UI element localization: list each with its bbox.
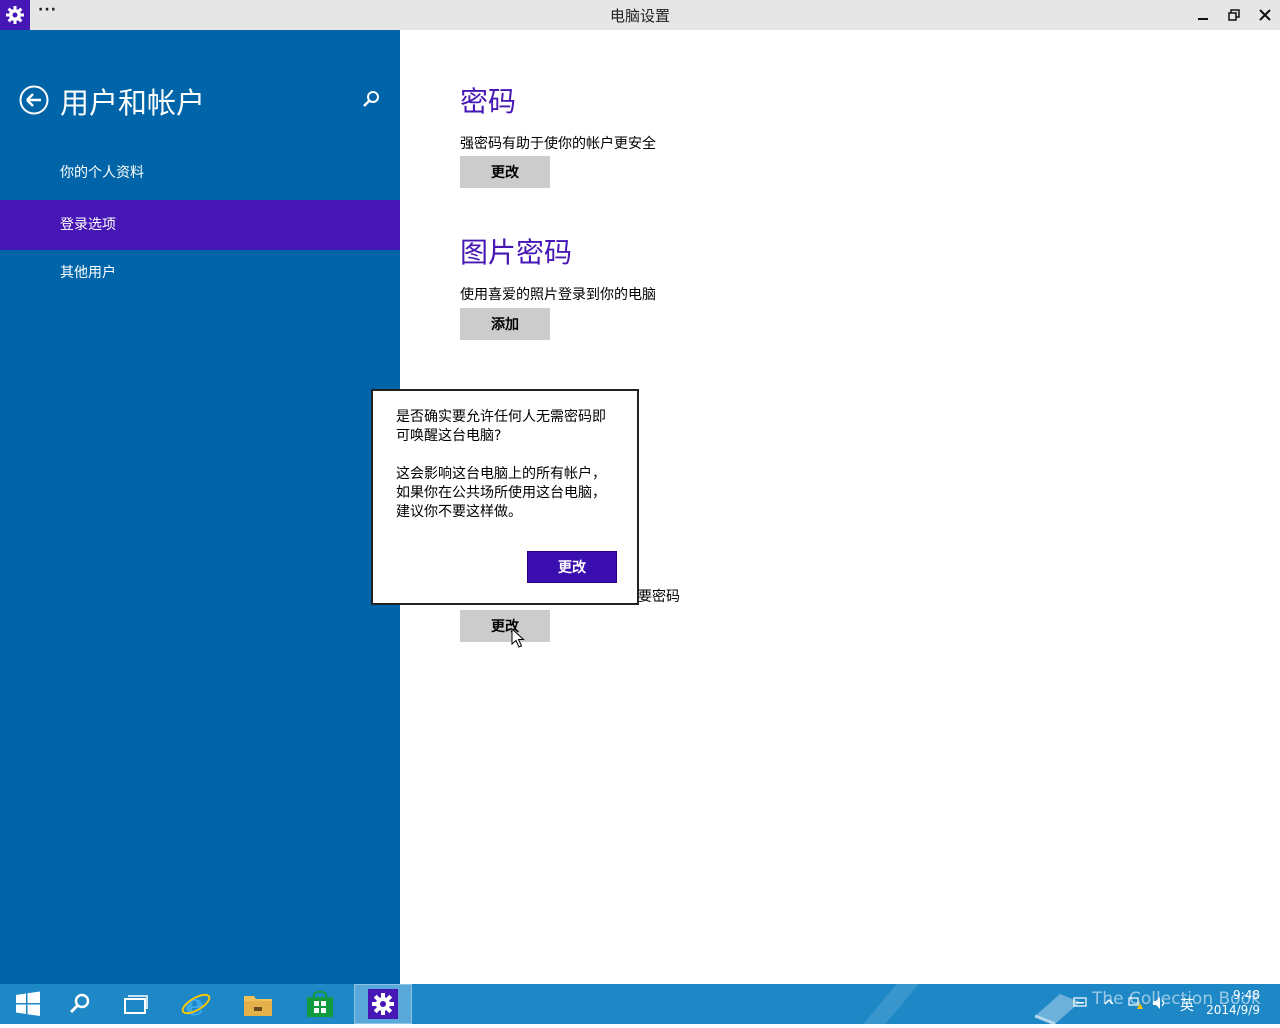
picture-password-section-desc: 使用喜爱的照片登录到你的电脑: [460, 287, 656, 303]
sidebar-item-other-users[interactable]: 其他用户: [0, 248, 400, 298]
back-arrow-icon[interactable]: [19, 85, 49, 115]
minimize-icon[interactable]: [1188, 0, 1218, 30]
clock-date: 2014/9/9: [1206, 1003, 1260, 1017]
sidebar-item-sign-in-options[interactable]: 登录选项: [0, 200, 400, 250]
change-password-button[interactable]: 更改: [460, 156, 550, 188]
window-title: 电脑设置: [609, 7, 670, 25]
close-icon[interactable]: [1250, 0, 1280, 30]
add-picture-password-button[interactable]: 添加: [460, 308, 550, 340]
volume-icon[interactable]: [1152, 996, 1168, 1013]
search-icon[interactable]: [360, 89, 382, 111]
change-require-password-button[interactable]: 更改: [460, 610, 550, 642]
sidebar: 用户和帐户 你的个人资料 登录选项 其他用户: [0, 30, 400, 984]
password-section-desc: 强密码有助于使你的帐户更安全: [460, 136, 656, 152]
sidebar-title: 用户和帐户: [60, 86, 206, 120]
keyboard-icon[interactable]: [1073, 996, 1087, 1011]
clock-time: 9:48: [1233, 988, 1260, 1002]
svg-text:e: e: [185, 988, 204, 1020]
ie-icon[interactable]: e: [168, 984, 224, 1024]
mouse-cursor-icon: [511, 627, 525, 648]
search-icon[interactable]: [52, 984, 108, 1024]
restore-icon[interactable]: [1219, 0, 1249, 30]
title-bar: ··· 电脑设置: [0, 0, 1280, 30]
flyout-body: 这会影响这台电脑上的所有帐户，如果你在公共场所使用这台电脑，建议你不要这样做。: [396, 466, 606, 520]
store-icon[interactable]: [292, 984, 348, 1024]
settings-icon[interactable]: [354, 984, 412, 1024]
network-warning-icon[interactable]: [1128, 996, 1144, 1013]
taskbar-stripe: [863, 984, 919, 1024]
require-password-section-desc: 要密码: [638, 589, 680, 605]
start-icon[interactable]: [0, 984, 56, 1024]
taskbar-clock[interactable]: 9:48 2014/9/9: [1206, 988, 1260, 1018]
input-method-indicator[interactable]: 英: [1180, 995, 1194, 1015]
flyout-question: 是否确实要允许任何人无需密码即可唤醒这台电脑?: [396, 409, 606, 444]
show-hidden-icons-icon[interactable]: [1104, 996, 1114, 1010]
sidebar-item-profile[interactable]: 你的个人资料: [0, 148, 400, 198]
file-explorer-icon[interactable]: [230, 984, 286, 1024]
password-section-title: 密码: [460, 85, 517, 118]
taskbar: e The Collection Book 英 9:48 2014/9/9: [0, 984, 1280, 1026]
confirm-flyout: 是否确实要允许任何人无需密码即可唤醒这台电脑? 这会影响这台电脑上的所有帐户，如…: [371, 389, 639, 605]
picture-password-section-title: 图片密码: [460, 236, 573, 269]
task-view-icon[interactable]: [108, 984, 164, 1024]
flyout-confirm-button[interactable]: 更改: [527, 551, 617, 583]
